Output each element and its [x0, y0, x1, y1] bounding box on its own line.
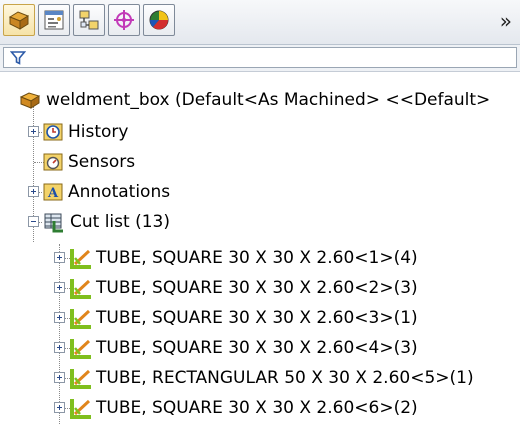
tree-item-label: Annotations: [68, 182, 171, 202]
expand-toggle[interactable]: [54, 252, 65, 263]
cut-list-item[interactable]: TUBE, RECTANGULAR 50 X 30 X 2.60<5>(1): [0, 364, 520, 392]
configuration-manager-tab[interactable]: [73, 4, 105, 36]
configuration-manager-icon: [79, 10, 99, 30]
cut-list-item[interactable]: TUBE, SQUARE 30 X 30 X 2.60<4>(3): [0, 334, 520, 362]
cut-list-item-label: TUBE, SQUARE 30 X 30 X 2.60<1>(4): [96, 248, 418, 268]
filter-input[interactable]: [3, 47, 517, 68]
weldment-member-icon: [70, 369, 91, 389]
cut-list-item[interactable]: TUBE, SQUARE 30 X 30 X 2.60<3>(1): [0, 304, 520, 332]
filter-bar: [0, 45, 520, 72]
cut-list-item-label: TUBE, RECTANGULAR 50 X 30 X 2.60<5>(1): [96, 368, 474, 388]
collapse-toggle[interactable]: [28, 216, 39, 227]
tree-item-sensors[interactable]: Sensors: [0, 148, 520, 176]
expand-toggle[interactable]: [28, 186, 39, 197]
tree-item-annotations[interactable]: A Annotations: [0, 178, 520, 206]
cut-list-item[interactable]: TUBE, SQUARE 30 X 30 X 2.60<6>(2): [0, 394, 520, 422]
dimxpert-manager-icon: [114, 10, 134, 30]
weldment-member-icon: [70, 339, 91, 359]
dimxpert-manager-tab[interactable]: [108, 4, 140, 36]
part-name: weldment_box (Default<As Machined> <<Def…: [46, 90, 491, 110]
more-tabs-button[interactable]: »: [500, 9, 512, 33]
sensors-icon: [43, 153, 63, 171]
svg-text:A: A: [47, 186, 59, 201]
expand-toggle[interactable]: [54, 282, 65, 293]
annotations-icon: A: [43, 183, 63, 201]
property-manager-icon: [44, 10, 64, 30]
cut-list-item-label: TUBE, SQUARE 30 X 30 X 2.60<2>(3): [96, 278, 418, 298]
cut-list-item[interactable]: TUBE, SQUARE 30 X 30 X 2.60<2>(3): [0, 274, 520, 302]
feature-manager-tab[interactable]: [3, 4, 35, 36]
weldment-member-icon: [70, 309, 91, 329]
history-icon: [43, 123, 63, 141]
weldment-member-icon: [70, 399, 91, 419]
tree-item-label: Sensors: [68, 152, 136, 172]
tree-item-history[interactable]: History: [0, 118, 520, 146]
part-icon: [19, 92, 41, 109]
manager-tab-toolbar: »: [0, 0, 520, 45]
expand-toggle[interactable]: [54, 312, 65, 323]
cut-list-item[interactable]: TUBE, SQUARE 30 X 30 X 2.60<1>(4): [0, 244, 520, 272]
display-manager-icon: [149, 10, 169, 30]
expand-toggle[interactable]: [54, 372, 65, 383]
expand-toggle[interactable]: [54, 342, 65, 353]
tree-item-cut-list[interactable]: Cut list (13): [0, 208, 520, 236]
tree-item-label: History: [68, 122, 129, 142]
filter-icon[interactable]: [10, 50, 26, 66]
feature-manager-icon: [8, 11, 30, 30]
cut-list-item-label: TUBE, SQUARE 30 X 30 X 2.60<3>(1): [96, 308, 418, 328]
expand-toggle[interactable]: [54, 402, 65, 413]
tree-root[interactable]: weldment_box (Default<As Machined> <<Def…: [0, 86, 520, 114]
tree-item-label: Cut list (13): [70, 212, 170, 232]
property-manager-tab[interactable]: [38, 4, 70, 36]
weldment-member-icon: [70, 279, 91, 299]
cut-list-item-label: TUBE, SQUARE 30 X 30 X 2.60<4>(3): [96, 338, 418, 358]
display-manager-tab[interactable]: [143, 4, 175, 36]
expand-toggle[interactable]: [28, 126, 39, 137]
cut-list-item-label: TUBE, SQUARE 30 X 30 X 2.60<6>(2): [96, 398, 418, 418]
weldment-member-icon: [70, 249, 91, 269]
cut-list-icon: [44, 213, 63, 233]
